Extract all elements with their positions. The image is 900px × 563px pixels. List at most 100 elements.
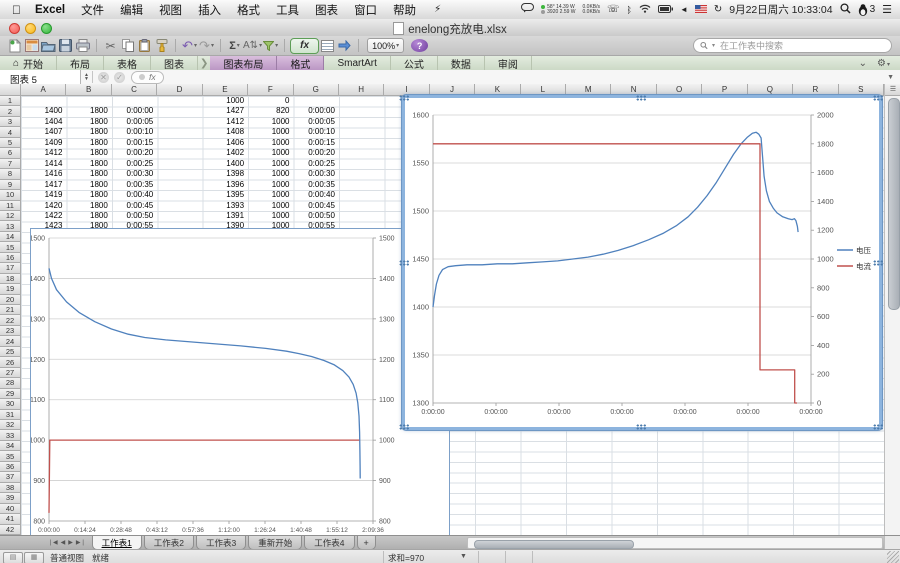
sync-clock-icon[interactable]: ↻ — [714, 4, 722, 15]
chart-discharge-object[interactable]: 8009001000110012001300140015008009001000… — [30, 228, 450, 535]
row-header-25[interactable]: 25 — [0, 347, 21, 357]
cell-C7[interactable]: 0:00:25 — [112, 159, 157, 169]
horizontal-scroll-thumb[interactable] — [474, 540, 634, 549]
volume-icon[interactable]: ◄ — [680, 5, 688, 14]
cell-A9[interactable]: 1417 — [21, 180, 66, 190]
cell-A7[interactable]: 1414 — [21, 159, 66, 169]
row-header-41[interactable]: 41 — [0, 514, 21, 524]
row-header-33[interactable]: 33 — [0, 430, 21, 440]
copy-button[interactable] — [119, 38, 136, 54]
menu-item-视图[interactable]: 视图 — [159, 2, 182, 18]
row-header-22[interactable]: 22 — [0, 315, 21, 325]
zoom-dropdown[interactable]: 100%▾ — [367, 38, 404, 53]
column-header-C[interactable]: C — [112, 84, 157, 96]
selection-handle[interactable] — [399, 424, 410, 430]
row-header-36[interactable]: 36 — [0, 462, 21, 472]
formula-builder-button[interactable]: fx — [290, 38, 319, 54]
menu-item-文件[interactable]: 文件 — [81, 2, 104, 18]
selection-handle[interactable] — [636, 95, 647, 101]
normal-view-button[interactable]: ▤ — [3, 552, 23, 563]
cell-F2[interactable]: 820 — [248, 106, 293, 116]
cell-F9[interactable]: 1000 — [248, 180, 293, 190]
row-header-27[interactable]: 27 — [0, 368, 21, 378]
cell-C9[interactable]: 0:00:35 — [112, 180, 157, 190]
new-workbook-button[interactable] — [6, 38, 23, 54]
selection-handle[interactable] — [399, 260, 410, 266]
row-header-34[interactable]: 34 — [0, 441, 21, 451]
cell-G4[interactable]: 0:00:10 — [294, 127, 339, 137]
row-header-28[interactable]: 28 — [0, 378, 21, 388]
network-stat[interactable]: 0.0KB/s0.0KB/s — [583, 5, 601, 15]
menu-item-帮助[interactable]: 帮助 — [393, 2, 416, 18]
cell-A3[interactable]: 1404 — [21, 117, 66, 127]
menu-item-工具[interactable]: 工具 — [276, 2, 299, 18]
page-layout-view-button[interactable]: ▦ — [24, 552, 44, 563]
search-input[interactable] — [718, 40, 885, 52]
cell-C6[interactable]: 0:00:20 — [112, 148, 157, 158]
cell-A10[interactable]: 1419 — [21, 190, 66, 200]
insert-function-control[interactable]: fx — [131, 71, 164, 84]
print-button[interactable] — [74, 38, 91, 54]
phone-icon[interactable]: ☏ — [607, 4, 620, 15]
row-header-15[interactable]: 15 — [0, 242, 21, 252]
cell-E8[interactable]: 1398 — [203, 169, 248, 179]
cell-F4[interactable]: 1000 — [248, 127, 293, 137]
cell-E10[interactable]: 1395 — [203, 190, 248, 200]
cell-B4[interactable]: 1800 — [66, 127, 111, 137]
cell-C2[interactable]: 0:00:00 — [112, 106, 157, 116]
ribbon-tab-SmartArt[interactable]: SmartArt — [324, 56, 390, 70]
bluetooth-icon[interactable]: ᛒ — [627, 5, 632, 15]
ribbon-tab-公式[interactable]: 公式 — [391, 56, 438, 70]
notification-bubble-icon[interactable] — [521, 3, 534, 16]
cell-G12[interactable]: 0:00:50 — [294, 211, 339, 221]
switch-windows-button[interactable] — [336, 38, 353, 54]
cell-F8[interactable]: 1000 — [248, 169, 293, 179]
wifi-icon[interactable] — [639, 4, 651, 15]
sheet-tab-工作表4[interactable]: 工作表4 — [304, 536, 354, 550]
row-header-8[interactable]: 8 — [0, 169, 21, 179]
ribbon-collapse-icon[interactable]: ⌄ — [859, 58, 867, 69]
ribbon-tab-布局[interactable]: 布局 — [57, 56, 104, 70]
menu-item-插入[interactable]: 插入 — [198, 2, 221, 18]
cell-F1[interactable]: 0 — [248, 96, 293, 106]
row-header-2[interactable]: 2 — [0, 106, 21, 116]
sheet-tab-重新开始[interactable]: 重新开始 — [248, 536, 302, 550]
notification-center-icon[interactable]: ☰ — [882, 3, 892, 16]
cell-F3[interactable]: 1000 — [248, 117, 293, 127]
cell-E6[interactable]: 1402 — [203, 148, 248, 158]
cell-E9[interactable]: 1396 — [203, 180, 248, 190]
redo-button[interactable]: ↷▾ — [198, 38, 215, 54]
menu-item-编辑[interactable]: 编辑 — [120, 2, 143, 18]
template-gallery-button[interactable] — [23, 38, 40, 54]
ribbon-tab-格式[interactable]: 格式 — [277, 56, 324, 70]
row-header-7[interactable]: 7 — [0, 159, 21, 169]
menubar-clock[interactable]: 9月22日周六 10:33:04 — [729, 2, 832, 17]
ribbon-tab-开始[interactable]: ⌂开始 — [0, 56, 57, 70]
sheet-tab-工作表2[interactable]: 工作表2 — [144, 536, 194, 550]
selection-handle[interactable] — [873, 424, 884, 430]
row-header-17[interactable]: 17 — [0, 263, 21, 273]
selection-handle[interactable] — [873, 95, 884, 101]
tab-nav-buttons[interactable]: ❘◀◀▶▶❘ — [0, 536, 92, 546]
apple-menu-icon[interactable]:  — [12, 3, 21, 17]
column-header-E[interactable]: E — [203, 84, 248, 96]
cell-B5[interactable]: 1800 — [66, 138, 111, 148]
row-header-38[interactable]: 38 — [0, 483, 21, 493]
row-header-23[interactable]: 23 — [0, 326, 21, 336]
ribbon-gear-icon[interactable]: ⚙▾ — [877, 58, 890, 69]
row-header-18[interactable]: 18 — [0, 274, 21, 284]
row-header-39[interactable]: 39 — [0, 493, 21, 503]
ribbon-tab-数据[interactable]: 数据 — [438, 56, 485, 70]
paste-button[interactable] — [136, 38, 153, 54]
chart-charge-object[interactable]: 1300135014001450150015501600020040060080… — [402, 95, 882, 430]
cell-A12[interactable]: 1422 — [21, 211, 66, 221]
cell-G9[interactable]: 0:00:35 — [294, 180, 339, 190]
cell-F12[interactable]: 1000 — [248, 211, 293, 221]
sheet-tab-工作表3[interactable]: 工作表3 — [196, 536, 246, 550]
toolbar-search[interactable]: ▾ — [693, 38, 892, 53]
row-header-12[interactable]: 12 — [0, 211, 21, 221]
script-menu-icon[interactable]: ⚡ — [434, 4, 441, 15]
cell-E2[interactable]: 1427 — [203, 106, 248, 116]
cell-B12[interactable]: 1800 — [66, 211, 111, 221]
menu-item-格式[interactable]: 格式 — [237, 2, 260, 18]
